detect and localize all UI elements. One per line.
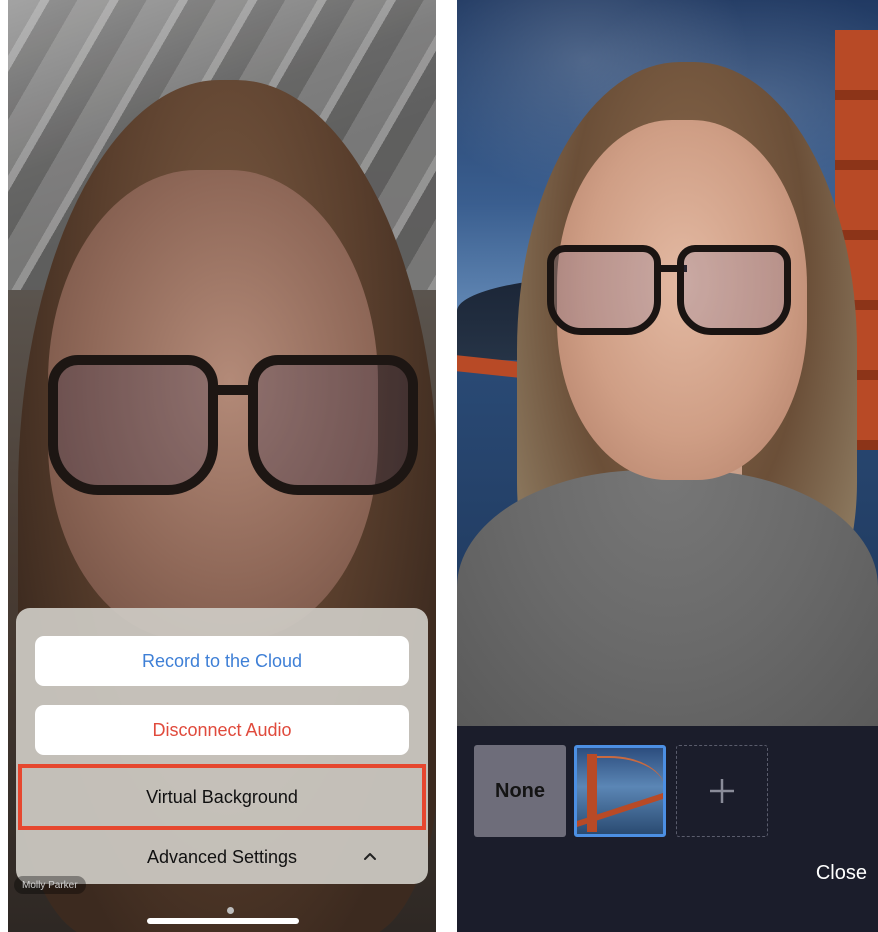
virtual-background-label: Virtual Background [146, 786, 298, 807]
participant-name: Molly Parker [22, 879, 78, 891]
left-phone-screen: Record to the Cloud Disconnect Audio Vir… [8, 0, 436, 932]
background-selector-tray: None Close [457, 726, 878, 932]
plus-icon [710, 779, 734, 803]
chevron-up-icon[interactable] [362, 848, 378, 864]
close-button[interactable]: Close [816, 862, 867, 885]
bridge-cable [595, 756, 663, 798]
none-label: None [495, 779, 545, 802]
glasses [48, 355, 418, 505]
glasses-lens-left [547, 245, 661, 335]
golden-gate-background-option[interactable] [574, 745, 666, 837]
disconnect-audio-button[interactable]: Disconnect Audio [35, 705, 409, 755]
advanced-settings-label: Advanced Settings [146, 846, 298, 867]
glasses-bridge [213, 385, 253, 395]
right-phone-screen: None Close [457, 0, 878, 932]
comparison-page: Record to the Cloud Disconnect Audio Vir… [0, 0, 878, 932]
more-options-sheet: Record to the Cloud Disconnect Audio Vir… [16, 608, 428, 884]
home-indicator[interactable] [147, 918, 299, 924]
record-to-cloud-button[interactable]: Record to the Cloud [35, 636, 409, 686]
glasses-lens-left [48, 355, 218, 495]
person-shirt [457, 470, 878, 726]
virtual-background-preview [457, 0, 878, 726]
glasses-lens-right [677, 245, 791, 335]
glasses [547, 245, 797, 335]
page-indicator-dot [227, 907, 234, 914]
glasses-lens-right [248, 355, 418, 495]
background-none-option[interactable]: None [474, 745, 566, 837]
participant-name-tag: Molly Parker [14, 876, 86, 894]
add-background-button[interactable] [676, 745, 768, 837]
virtual-background-option[interactable]: Virtual Background [18, 764, 426, 830]
